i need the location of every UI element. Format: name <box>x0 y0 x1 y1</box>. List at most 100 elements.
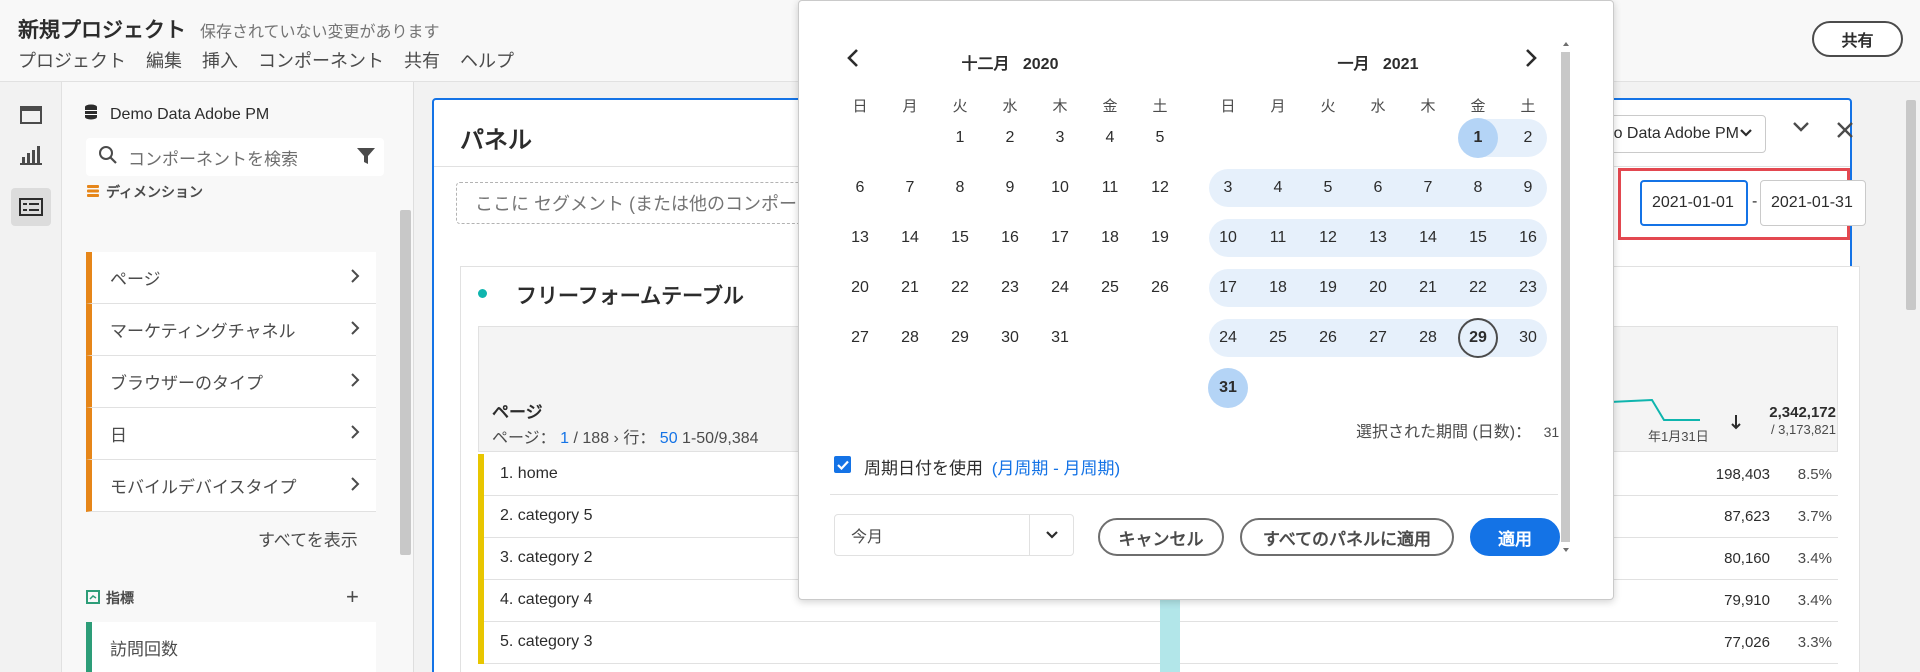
calendar-day[interactable]: 16 <box>1508 218 1548 258</box>
calendar-day[interactable]: 19 <box>1308 268 1348 308</box>
table-row[interactable]: 5. category 3 77,026 3.3% <box>478 622 1838 664</box>
workspace-scrollbar[interactable] <box>1906 100 1916 310</box>
previous-month-icon[interactable] <box>846 48 860 74</box>
freeform-dimension-label[interactable]: ページ <box>492 398 543 423</box>
calendar-day[interactable]: 12 <box>1140 168 1180 208</box>
calendar-day[interactable]: 1 <box>940 118 980 158</box>
chevron-down-icon[interactable] <box>1029 515 1073 555</box>
start-date-input[interactable]: 2021-01-01 <box>1640 180 1748 226</box>
components-icon[interactable] <box>11 188 51 226</box>
calendar-day[interactable]: 23 <box>1508 268 1548 308</box>
calendar-day[interactable]: 4 <box>1258 168 1298 208</box>
calendar-day[interactable]: 12 <box>1308 218 1348 258</box>
metric-item-visits[interactable]: 訪問回数 <box>86 622 376 672</box>
calendar-day[interactable]: 3 <box>1208 168 1248 208</box>
calendar-day[interactable]: 6 <box>1358 168 1398 208</box>
dimension-item-page[interactable]: ページ <box>86 252 376 304</box>
segment-drop-zone[interactable]: ここに セグメント (または他のコンポーネ <box>456 182 826 224</box>
calendar-day[interactable]: 5 <box>1140 118 1180 158</box>
calendar-day[interactable]: 29 <box>940 318 980 358</box>
calendar-day[interactable]: 26 <box>1308 318 1348 358</box>
calendar-day[interactable]: 24 <box>1040 268 1080 308</box>
freeform-table-title[interactable]: フリーフォームテーブル <box>516 280 744 310</box>
dimension-item-browser-type[interactable]: ブラウザーのタイプ <box>86 356 376 408</box>
rolling-dates-label[interactable]: 周期日付を使用 (月周期 - 月周期) <box>864 454 1120 479</box>
calendar-day[interactable]: 22 <box>940 268 980 308</box>
calendar-day[interactable]: 2 <box>990 118 1030 158</box>
calendar-day[interactable]: 9 <box>990 168 1030 208</box>
menu-help[interactable]: ヘルプ <box>460 47 514 73</box>
calendar-day[interactable]: 16 <box>990 218 1030 258</box>
calendar-day[interactable]: 14 <box>1408 218 1448 258</box>
picker-scrollbar-thumb[interactable] <box>1561 52 1570 542</box>
panel-title[interactable]: パネル <box>460 120 532 155</box>
calendar-day[interactable]: 3 <box>1040 118 1080 158</box>
calendar-day[interactable]: 10 <box>1040 168 1080 208</box>
calendar-day[interactable]: 28 <box>1408 318 1448 358</box>
apply-button[interactable]: 適用 <box>1470 518 1560 556</box>
menu-insert[interactable]: 挿入 <box>202 47 238 73</box>
end-date-input[interactable]: 2021-01-31 <box>1760 180 1866 226</box>
calendar-day[interactable]: 4 <box>1090 118 1130 158</box>
calendar-day[interactable]: 5 <box>1308 168 1348 208</box>
sort-descending-icon[interactable] <box>1730 414 1742 435</box>
add-metric-icon[interactable]: + <box>346 584 359 610</box>
calendar-day[interactable]: 13 <box>1358 218 1398 258</box>
calendar-day[interactable]: 31 <box>1040 318 1080 358</box>
calendar-day[interactable]: 20 <box>840 268 880 308</box>
calendar-day[interactable]: 27 <box>840 318 880 358</box>
next-month-icon[interactable] <box>1524 48 1538 74</box>
calendar-day[interactable]: 6 <box>840 168 880 208</box>
close-panel-icon[interactable] <box>1836 118 1854 146</box>
calendar-day[interactable]: 10 <box>1208 218 1248 258</box>
calendar-day[interactable]: 30 <box>1508 318 1548 358</box>
component-panel-scrollbar[interactable] <box>400 210 411 555</box>
dimension-item-mobile-device-type[interactable]: モバイルデバイスタイプ <box>86 460 376 512</box>
calendar-day[interactable]: 13 <box>840 218 880 258</box>
calendar-day[interactable]: 23 <box>990 268 1030 308</box>
visualization-icon[interactable] <box>11 136 51 174</box>
metrics-heading[interactable]: 指標 <box>86 588 134 608</box>
dimension-item-day[interactable]: 日 <box>86 408 376 460</box>
calendar-day[interactable]: 19 <box>1140 218 1180 258</box>
calendar-day[interactable]: 18 <box>1090 218 1130 258</box>
calendar-day[interactable]: 18 <box>1258 268 1298 308</box>
calendar-day[interactable]: 22 <box>1458 268 1498 308</box>
calendar-day[interactable]: 14 <box>890 218 930 258</box>
calendar-day[interactable]: 17 <box>1208 268 1248 308</box>
calendar-day[interactable]: 31 <box>1208 368 1248 408</box>
calendar-day[interactable]: 24 <box>1208 318 1248 358</box>
rolling-dates-checkbox[interactable] <box>834 456 851 473</box>
calendar-day[interactable]: 8 <box>1458 168 1498 208</box>
calendar-day[interactable]: 25 <box>1258 318 1298 358</box>
calendar-day[interactable]: 8 <box>940 168 980 208</box>
share-button[interactable]: 共有 <box>1812 21 1903 57</box>
calendar-day[interactable]: 28 <box>890 318 930 358</box>
calendar-day[interactable]: 7 <box>890 168 930 208</box>
menu-project[interactable]: プロジェクト <box>18 47 126 73</box>
dimensions-heading[interactable]: ディメンション <box>86 182 203 202</box>
project-title[interactable]: 新規プロジェクト <box>18 14 186 44</box>
collapse-panel-icon[interactable] <box>1792 120 1810 139</box>
datasource-row[interactable]: Demo Data Adobe PM <box>84 104 269 125</box>
calendar-day[interactable]: 25 <box>1090 268 1130 308</box>
calendar-day[interactable]: 15 <box>940 218 980 258</box>
calendar-day[interactable]: 29 <box>1458 318 1498 358</box>
menu-components[interactable]: コンポーネント <box>258 47 384 73</box>
pager-rows-value[interactable]: 50 <box>660 430 678 447</box>
show-all-link[interactable]: すべてを表示 <box>258 526 358 551</box>
calendar-day[interactable]: 21 <box>1408 268 1448 308</box>
apply-to-all-panels-button[interactable]: すべてのパネルに適用 <box>1240 518 1454 556</box>
calendar-day[interactable]: 1 <box>1458 118 1498 158</box>
cancel-button[interactable]: キャンセル <box>1098 518 1224 556</box>
calendar-day[interactable]: 11 <box>1090 168 1130 208</box>
calendar-day[interactable]: 21 <box>890 268 930 308</box>
dimension-item-marketing-channel[interactable]: マーケティングチャネル <box>86 304 376 356</box>
calendar-day[interactable]: 20 <box>1358 268 1398 308</box>
panel-icon[interactable] <box>11 96 51 134</box>
chevron-right-icon[interactable]: › <box>614 430 624 447</box>
calendar-day[interactable]: 2 <box>1508 118 1548 158</box>
rolling-dates-link[interactable]: (月周期 - 月周期) <box>992 459 1120 478</box>
menu-edit[interactable]: 編集 <box>146 47 182 73</box>
calendar-day[interactable]: 26 <box>1140 268 1180 308</box>
